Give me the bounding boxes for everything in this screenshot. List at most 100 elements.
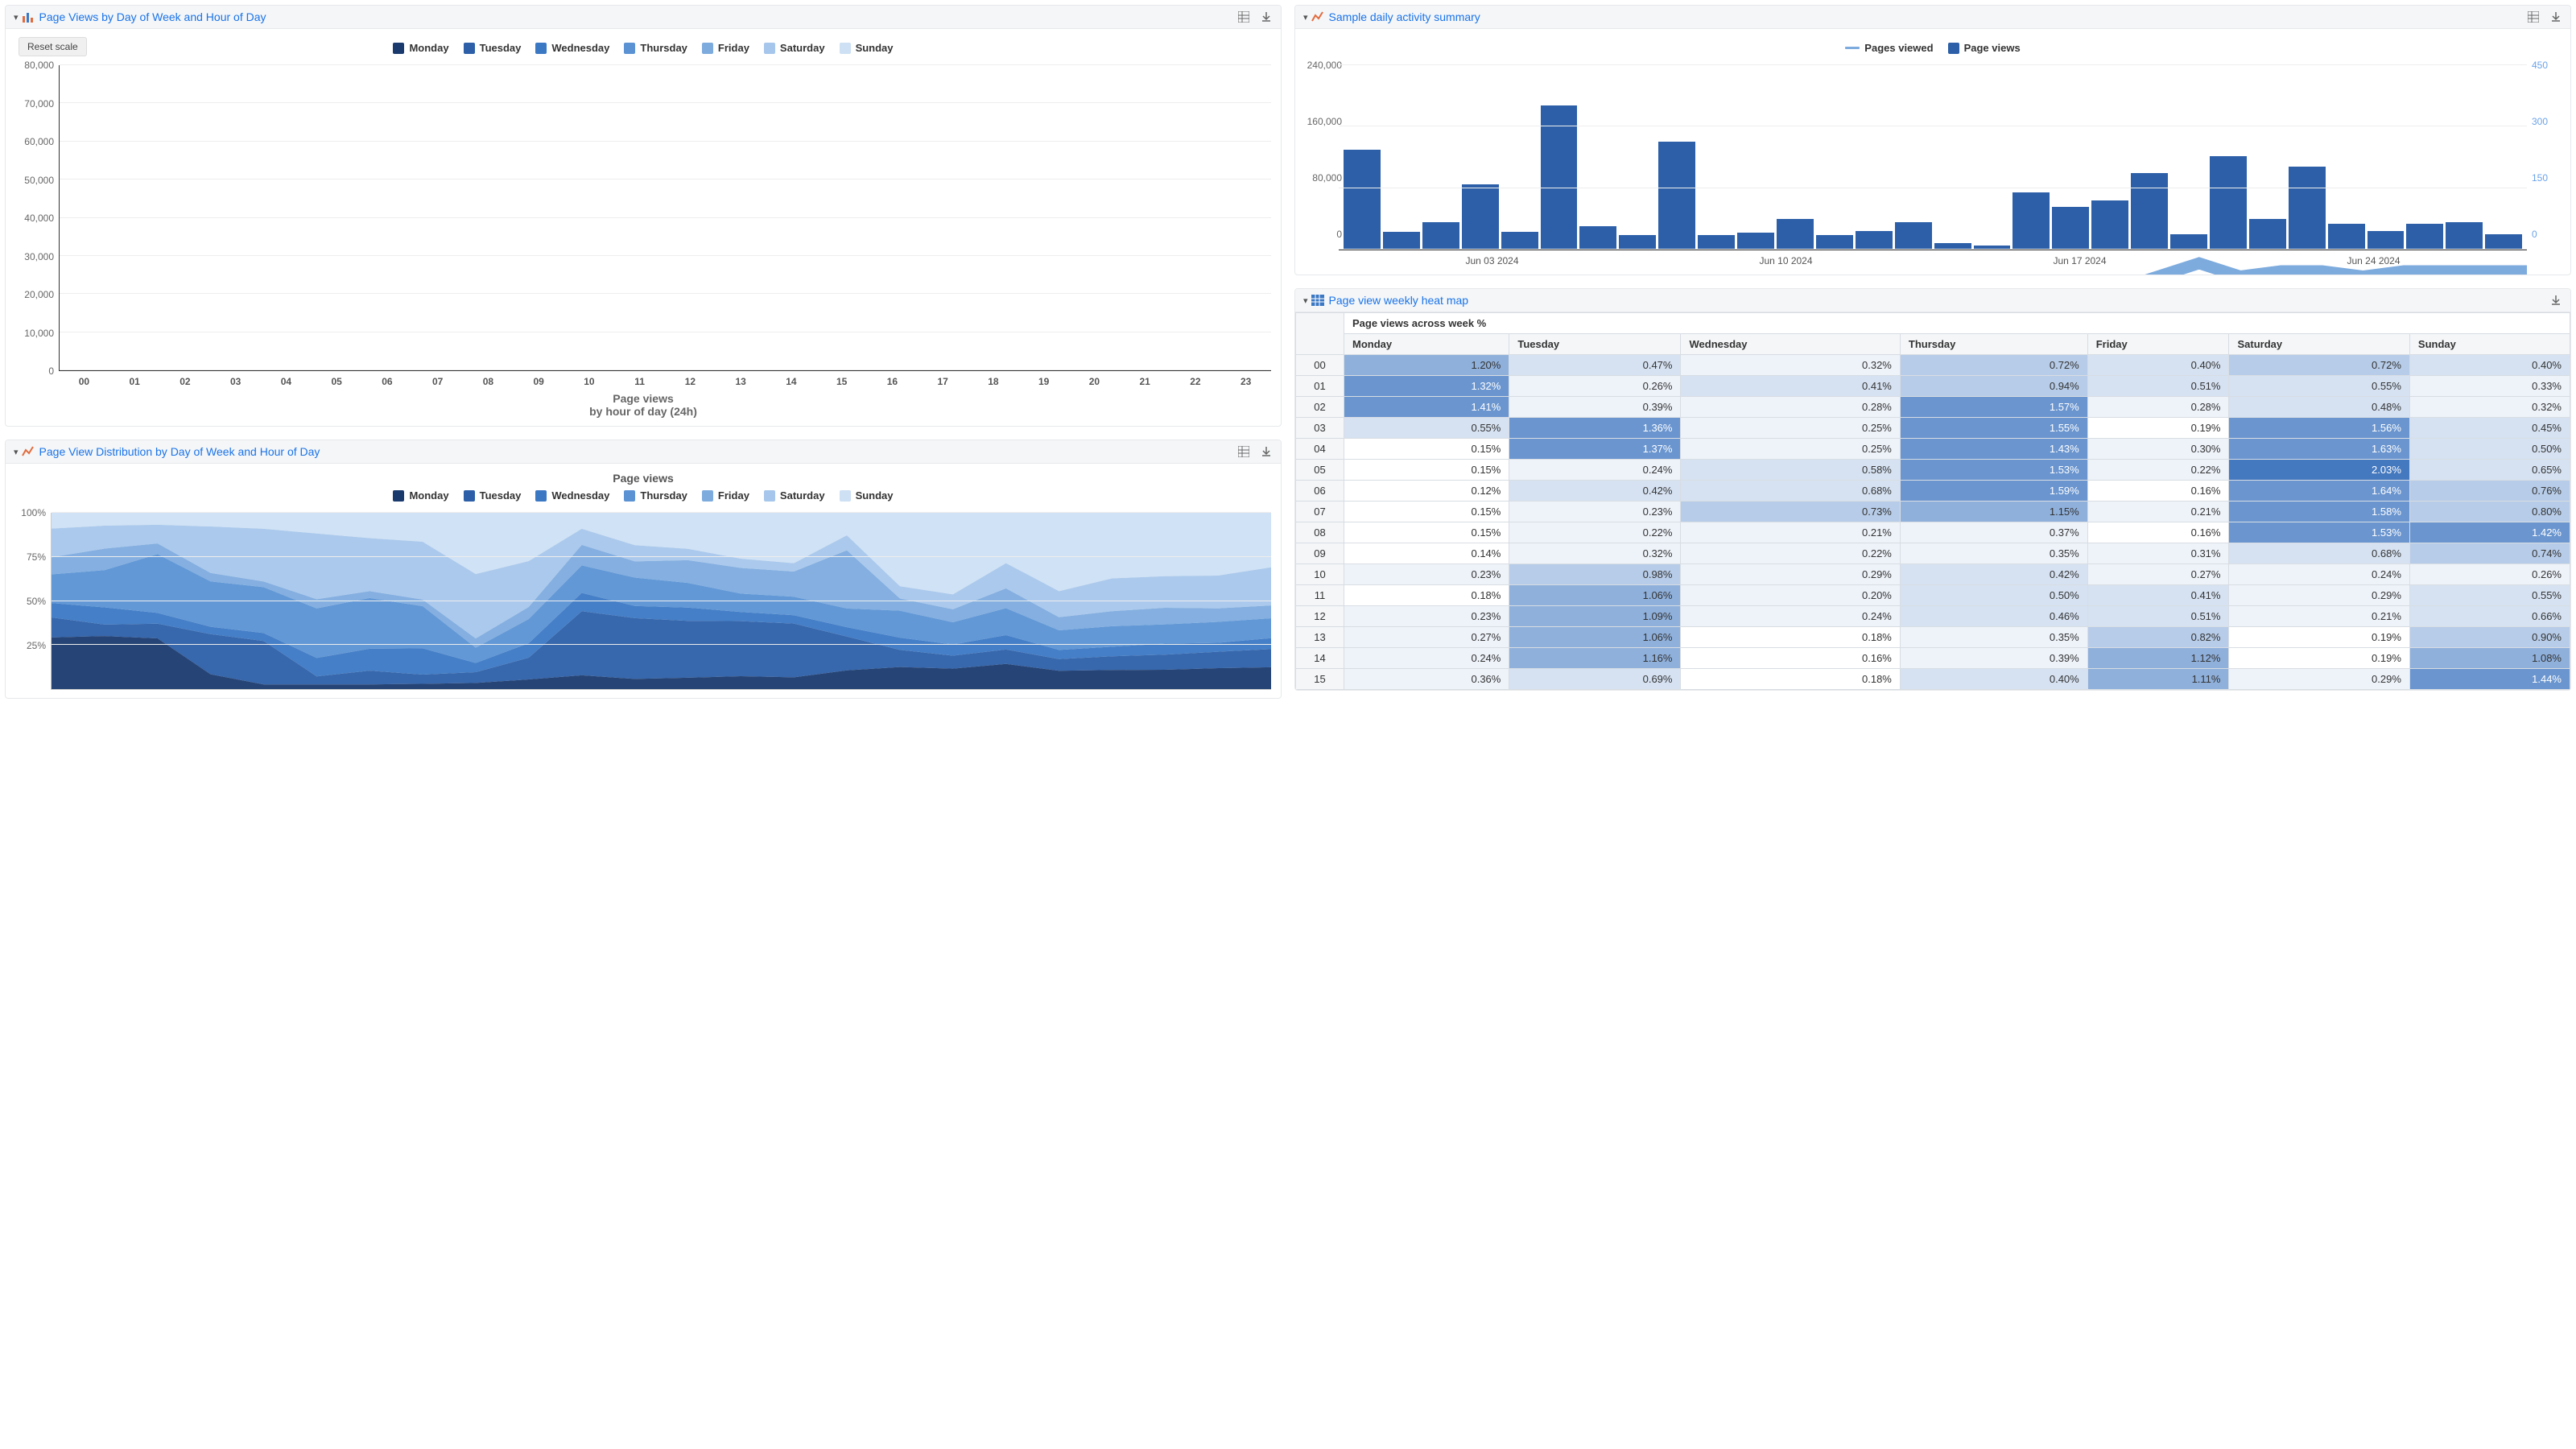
chevron-down-icon[interactable]: ▾ xyxy=(1303,12,1308,23)
legend-item: Saturday xyxy=(764,42,825,54)
heatmap-cell: 0.36% xyxy=(1344,669,1509,690)
heatmap-cell: 0.51% xyxy=(2087,376,2229,397)
heatmap-cell: 0.29% xyxy=(1681,564,1900,585)
heatmap-cell: 0.18% xyxy=(1681,627,1900,648)
legend-item: Monday xyxy=(393,42,448,54)
heatmap-cell: 0.22% xyxy=(1681,543,1900,564)
heatmap-cell: 0.26% xyxy=(2409,564,2570,585)
panel-header: ▾ Page View Distribution by Day of Week … xyxy=(6,440,1281,464)
heatmap-cell: 0.35% xyxy=(1900,627,2087,648)
panel-header: ▾ Page view weekly heat map xyxy=(1295,289,2570,312)
heatmap-cell: 1.53% xyxy=(1900,460,2087,481)
chevron-down-icon[interactable]: ▾ xyxy=(14,447,19,457)
reset-scale-button[interactable]: Reset scale xyxy=(19,37,87,56)
download-icon[interactable] xyxy=(1260,445,1273,458)
heatmap-cell: 0.39% xyxy=(1900,648,2087,669)
heatmap-cell: 1.59% xyxy=(1900,481,2087,502)
heatmap-cell: 0.23% xyxy=(1344,606,1509,627)
heatmap-cell: 1.09% xyxy=(1509,606,1681,627)
heatmap-row: 140.24%1.16%0.16%0.39%1.12%0.19%1.08% xyxy=(1296,648,2570,669)
panel-heatmap: ▾ Page view weekly heat map Page views a… xyxy=(1294,288,2571,691)
heatmap-cell: 0.41% xyxy=(2087,585,2229,606)
heatmap-cell: 0.66% xyxy=(2409,606,2570,627)
heatmap-cell: 0.80% xyxy=(2409,502,2570,522)
table-icon[interactable] xyxy=(2527,10,2540,23)
legend-item: Pages viewed xyxy=(1845,42,1933,54)
heatmap-cell: 0.24% xyxy=(1509,460,1681,481)
legend-item: Saturday xyxy=(764,489,825,502)
panel-title: Page view weekly heat map xyxy=(1329,294,2549,307)
download-icon[interactable] xyxy=(1260,10,1273,23)
heatmap-row: 100.23%0.98%0.29%0.42%0.27%0.24%0.26% xyxy=(1296,564,2570,585)
heatmap-cell: 0.94% xyxy=(1900,376,2087,397)
heatmap-cell: 0.21% xyxy=(1681,522,1900,543)
heatmap-cell: 0.40% xyxy=(1900,669,2087,690)
heatmap-super-header: Page views across week % xyxy=(1344,313,2570,334)
heatmap-cell: 0.25% xyxy=(1681,439,1900,460)
legend-item: Wednesday xyxy=(535,489,609,502)
heatmap-row: 021.41%0.39%0.28%1.57%0.28%0.48%0.32% xyxy=(1296,397,2570,418)
heatmap-col: Tuesday xyxy=(1509,334,1681,355)
heatmap-row: 030.55%1.36%0.25%1.55%0.19%1.56%0.45% xyxy=(1296,418,2570,439)
table-icon[interactable] xyxy=(1237,10,1250,23)
heatmap-cell: 1.64% xyxy=(2229,481,2409,502)
legend: MondayTuesdayWednesdayThursdayFridaySatu… xyxy=(15,42,1271,54)
legend-item: Sunday xyxy=(840,489,894,502)
heatmap-col: Monday xyxy=(1344,334,1509,355)
heatmap-cell: 0.28% xyxy=(1681,397,1900,418)
heatmap-cell: 0.48% xyxy=(2229,397,2409,418)
heatmap-cell: 0.68% xyxy=(2229,543,2409,564)
heatmap-cell: 1.08% xyxy=(2409,648,2570,669)
heatmap-cell: 0.29% xyxy=(2229,669,2409,690)
heatmap-cell: 0.15% xyxy=(1344,460,1509,481)
heatmap-col: Saturday xyxy=(2229,334,2409,355)
heatmap-cell: 1.43% xyxy=(1900,439,2087,460)
heatmap-cell: 0.19% xyxy=(2229,648,2409,669)
heatmap-cell: 1.63% xyxy=(2229,439,2409,460)
heatmap-cell: 1.15% xyxy=(1900,502,2087,522)
heatmap-cell: 0.58% xyxy=(1681,460,1900,481)
heatmap-row: 130.27%1.06%0.18%0.35%0.82%0.19%0.90% xyxy=(1296,627,2570,648)
legend-item: Monday xyxy=(393,489,448,502)
heatmap-cell: 0.42% xyxy=(1509,481,1681,502)
axis-subtitle: by hour of day (24h) xyxy=(15,405,1271,418)
line-chart-icon xyxy=(1311,10,1324,23)
heatmap-cell: 1.37% xyxy=(1509,439,1681,460)
heatmap-col: Sunday xyxy=(2409,334,2570,355)
heatmap-cell: 0.24% xyxy=(2229,564,2409,585)
download-icon[interactable] xyxy=(2549,294,2562,307)
legend-item: Thursday xyxy=(624,42,687,54)
heatmap-cell: 0.39% xyxy=(1509,397,1681,418)
heatmap-cell: 0.15% xyxy=(1344,439,1509,460)
heatmap-row: 040.15%1.37%0.25%1.43%0.30%1.63%0.50% xyxy=(1296,439,2570,460)
heatmap-cell: 2.03% xyxy=(2229,460,2409,481)
heatmap-cell: 0.15% xyxy=(1344,502,1509,522)
panel-header: ▾ Page Views by Day of Week and Hour of … xyxy=(6,6,1281,29)
heatmap-cell: 0.50% xyxy=(1900,585,2087,606)
chevron-down-icon[interactable]: ▾ xyxy=(1303,295,1308,306)
heatmap-cell: 0.22% xyxy=(2087,460,2229,481)
heatmap-cell: 1.44% xyxy=(2409,669,2570,690)
heatmap-cell: 0.45% xyxy=(2409,418,2570,439)
heatmap-cell: 1.42% xyxy=(2409,522,2570,543)
heatmap-cell: 0.42% xyxy=(1900,564,2087,585)
panel-hour-bar: ▾ Page Views by Day of Week and Hour of … xyxy=(5,5,1282,427)
chevron-down-icon[interactable]: ▾ xyxy=(14,12,19,23)
heatmap-cell: 1.36% xyxy=(1509,418,1681,439)
heatmap-row: 001.20%0.47%0.32%0.72%0.40%0.72%0.40% xyxy=(1296,355,2570,376)
heatmap-cell: 0.37% xyxy=(1900,522,2087,543)
heatmap-cell: 0.28% xyxy=(2087,397,2229,418)
heatmap-cell: 0.27% xyxy=(1344,627,1509,648)
legend-item: Friday xyxy=(702,489,749,502)
heatmap-col: Wednesday xyxy=(1681,334,1900,355)
heatmap-cell: 0.33% xyxy=(2409,376,2570,397)
heatmap-cell: 0.73% xyxy=(1681,502,1900,522)
download-icon[interactable] xyxy=(2549,10,2562,23)
heatmap-cell: 0.74% xyxy=(2409,543,2570,564)
heatmap-cell: 0.19% xyxy=(2229,627,2409,648)
table-icon[interactable] xyxy=(1237,445,1250,458)
heatmap-cell: 1.56% xyxy=(2229,418,2409,439)
heatmap-cell: 0.16% xyxy=(1681,648,1900,669)
heatmap-cell: 1.20% xyxy=(1344,355,1509,376)
heatmap-cell: 0.50% xyxy=(2409,439,2570,460)
